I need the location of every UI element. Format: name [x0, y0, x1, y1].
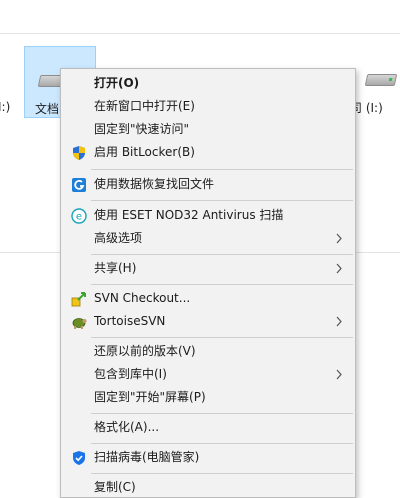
menu-item-open[interactable]: 打开(O) [61, 72, 355, 95]
menu-item-tortoisesvn[interactable]: TortoiseSVN [61, 310, 355, 333]
drive-tile-left[interactable]: I:) [0, 46, 18, 118]
top-divider [0, 33, 400, 34]
menu-item-format[interactable]: 格式化(A)... [61, 416, 355, 439]
menu-item-pin-to-start[interactable]: 固定到"开始"屏幕(P) [61, 386, 355, 409]
menu-item-label: 高级选项 [94, 231, 143, 245]
menu-item-label: 固定到"开始"屏幕(P) [94, 390, 206, 404]
menu-separator [91, 254, 353, 255]
menu-item-restore-previous-versions[interactable]: 还原以前的版本(V) [61, 340, 355, 363]
menu-item-label: 共享(H) [94, 261, 137, 275]
menu-separator [91, 169, 353, 170]
eset-icon: e [71, 208, 87, 224]
hard-drive-icon [364, 74, 398, 86]
menu-item-open-new-window[interactable]: 在新窗口中打开(E) [61, 95, 355, 118]
menu-item-label: 复制(C) [94, 480, 136, 494]
menu-separator [91, 284, 353, 285]
menu-item-pin-quick-access[interactable]: 固定到"快速访问" [61, 118, 355, 141]
drive-label-left: I:) [0, 100, 11, 114]
menu-item-label: 使用 ESET NOD32 Antivirus 扫描 [94, 208, 284, 222]
menu-item-label: TortoiseSVN [94, 314, 166, 328]
svn-checkout-icon [71, 291, 87, 307]
menu-item-label: 在新窗口中打开(E) [94, 99, 195, 113]
menu-item-enable-bitlocker[interactable]: 启用 BitLocker(B) [61, 141, 355, 164]
menu-item-include-in-library[interactable]: 包含到库中(I) [61, 363, 355, 386]
context-menu: 打开(O) 在新窗口中打开(E) 固定到"快速访问" 启用 BitLocker(… [60, 68, 356, 498]
uac-shield-icon [71, 145, 87, 161]
menu-item-label: SVN Checkout... [94, 291, 191, 305]
menu-item-label: 启用 BitLocker(B) [94, 145, 195, 159]
drive-label-documents: 文档 [35, 102, 60, 116]
menu-item-label: 打开(O) [94, 76, 140, 90]
menu-item-label: 包含到库中(I) [94, 367, 167, 381]
data-recovery-icon [71, 177, 87, 193]
menu-item-label: 固定到"快速访问" [94, 122, 190, 136]
menu-item-label: 扫描病毒(电脑管家) [94, 450, 200, 464]
submenu-arrow-icon [333, 310, 345, 333]
menu-item-label: 格式化(A)... [94, 420, 160, 434]
tencent-pc-manager-icon [71, 450, 87, 466]
menu-item-label: 使用数据恢复找回文件 [94, 177, 215, 191]
menu-separator [91, 200, 353, 201]
menu-item-advanced-options[interactable]: 高级选项 [61, 227, 355, 250]
menu-separator [91, 443, 353, 444]
menu-item-copy[interactable]: 复制(C) [61, 476, 355, 497]
menu-item-svn-checkout[interactable]: SVN Checkout... [61, 287, 355, 310]
submenu-arrow-icon [333, 257, 345, 280]
menu-item-data-recovery[interactable]: 使用数据恢复找回文件 [61, 173, 355, 196]
submenu-arrow-icon [333, 363, 345, 386]
menu-separator [91, 413, 353, 414]
menu-item-share[interactable]: 共享(H) [61, 257, 355, 280]
submenu-arrow-icon [333, 227, 345, 250]
svg-text:e: e [76, 212, 82, 223]
menu-separator [91, 337, 353, 338]
menu-item-eset-scan[interactable]: e 使用 ESET NOD32 Antivirus 扫描 [61, 204, 355, 227]
menu-item-label: 还原以前的版本(V) [94, 344, 196, 358]
menu-separator [91, 473, 353, 474]
menu-item-scan-virus-pc-manager[interactable]: 扫描病毒(电脑管家) [61, 446, 355, 469]
tortoisesvn-icon [71, 314, 87, 330]
